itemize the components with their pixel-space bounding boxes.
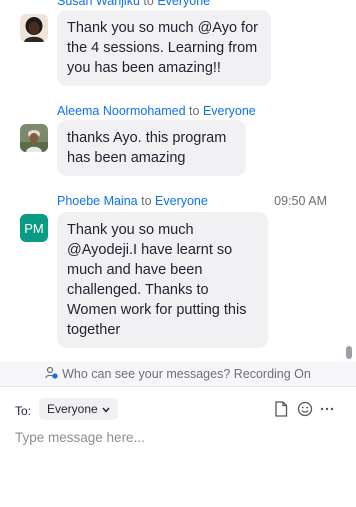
to-label: To: (15, 404, 32, 418)
scrollbar-thumb[interactable] (346, 346, 352, 359)
message-input[interactable]: Type message here... (15, 430, 145, 445)
privacy-notice[interactable]: Who can see your messages? Recording On (0, 362, 356, 387)
file-icon[interactable] (274, 401, 290, 417)
avatar[interactable] (20, 124, 48, 152)
person-lock-icon (45, 366, 58, 382)
to-word: to (189, 104, 200, 118)
message-line: thanks Ayo. this program (67, 130, 227, 146)
message-bubble: Thank you so much @Ayo for the 4 session… (57, 10, 271, 86)
avatar[interactable] (20, 14, 48, 42)
recipient-name[interactable]: Everyone (157, 0, 210, 8)
message-line: together (67, 322, 121, 338)
recipient-select[interactable]: Everyone (39, 398, 118, 420)
chat-message-list: Susan Wanjiku to Everyone Thank you so m… (0, 0, 344, 362)
sender-name[interactable]: Phoebe Maina (57, 194, 138, 208)
message-timestamp: 09:50 AM (274, 194, 327, 208)
message-line: @Ayodeji.I have learnt so (67, 242, 233, 258)
message-line: challenged. Thanks to (67, 282, 209, 298)
sender-name[interactable]: Susan Wanjiku (57, 0, 140, 8)
avatar[interactable]: PM (20, 214, 48, 242)
message-meta: Susan Wanjiku to Everyone (57, 0, 210, 8)
message-meta: Aleema Noormohamed to Everyone (57, 104, 256, 118)
message-bubble: Thank you so much @Ayodeji.I have learnt… (57, 212, 268, 348)
recipient-select-value[interactable]: Everyone (47, 402, 98, 416)
message-line: Women work for putting this (67, 302, 247, 318)
message-line: the 4 sessions. Learning from (67, 40, 258, 56)
message-line: Thank you so much @Ayo for (67, 20, 258, 36)
message-bubble: thanks Ayo. this program has been amazin… (57, 120, 246, 176)
recipient-name[interactable]: Everyone (203, 104, 256, 118)
sender-name[interactable]: Aleema Noormohamed (57, 104, 186, 118)
more-icon[interactable] (319, 401, 335, 417)
chat-scrollbar[interactable] (344, 0, 354, 362)
message-line: much and have been (67, 262, 203, 278)
message-composer: To: Everyone Type message here... (0, 387, 356, 507)
message-line: Thank you so much (67, 222, 194, 238)
message-line: you has been amazing!! (67, 60, 221, 76)
chevron-down-icon (102, 402, 110, 416)
to-word: to (141, 194, 152, 208)
message-line: has been amazing (67, 150, 186, 166)
privacy-notice-text[interactable]: Who can see your messages? Recording On (62, 367, 311, 381)
to-word: to (143, 0, 154, 8)
message-meta: Phoebe Maina to Everyone (57, 194, 208, 208)
emoji-icon[interactable] (297, 401, 313, 417)
recipient-name[interactable]: Everyone (155, 194, 208, 208)
